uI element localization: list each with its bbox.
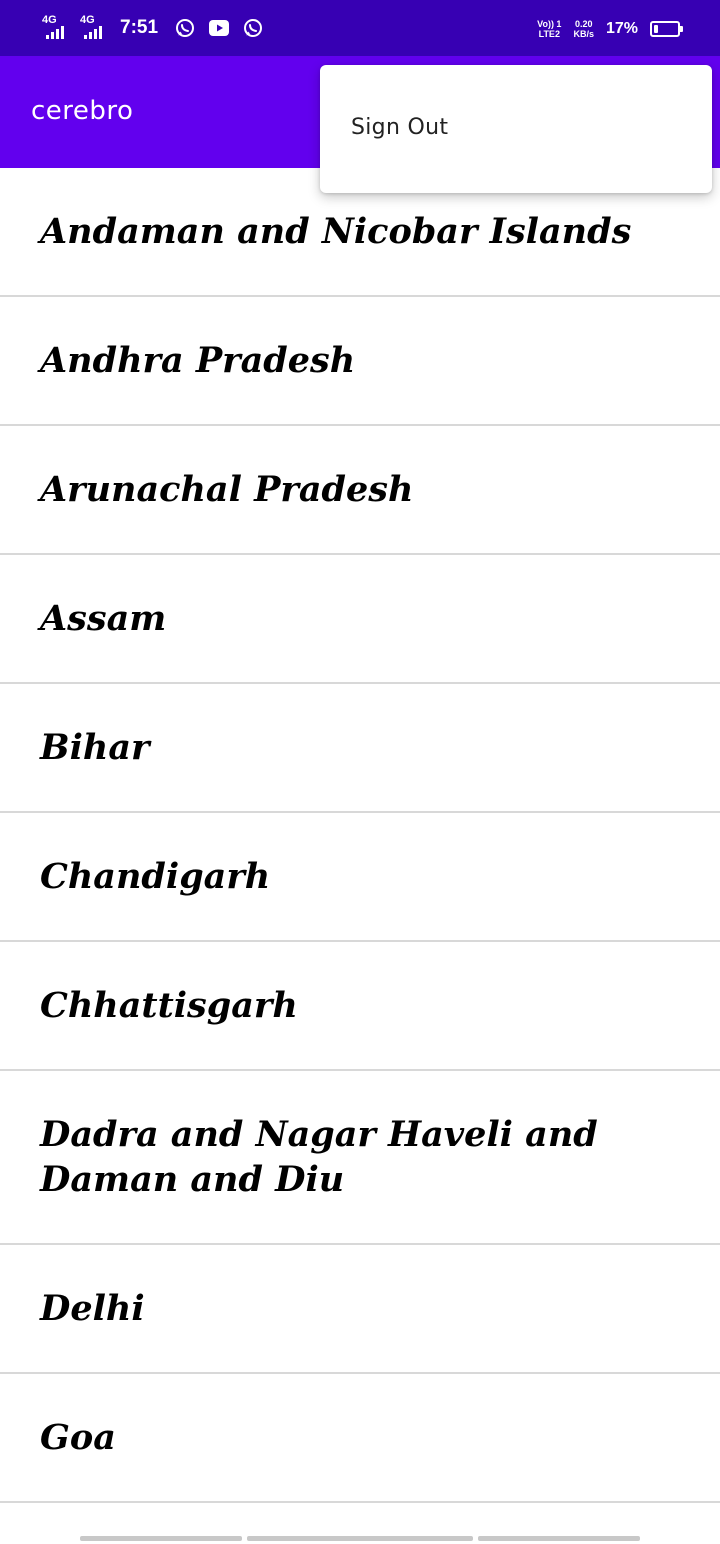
volte-bottom: LTE2	[538, 29, 560, 39]
signal-icon-sim2: 4G	[80, 15, 112, 41]
state-list-item[interactable]: Dadra and Nagar Haveli and Daman and Diu	[0, 1071, 720, 1245]
state-name: Andaman and Nicobar Islands	[40, 211, 632, 252]
whatsapp-icon	[174, 17, 196, 39]
state-name: Chhattisgarh	[40, 985, 298, 1026]
status-right: Vo)) 1 LTE2 0.20 KB/s 17%	[537, 16, 683, 42]
state-list-item[interactable]: Andhra Pradesh	[0, 297, 720, 426]
youtube-icon	[208, 17, 230, 39]
state-name: Bihar	[40, 727, 150, 768]
bottom-indicator-segment	[80, 1536, 242, 1541]
battery-fill	[654, 25, 658, 33]
network-speed: 0.20 KB/s	[573, 19, 594, 39]
network-type-2: 4G	[80, 14, 95, 26]
state-name: Goa	[40, 1417, 116, 1458]
clock: 7:51	[120, 17, 159, 38]
bottom-indicator	[80, 1536, 640, 1542]
state-list-item[interactable]: Delhi	[0, 1245, 720, 1374]
state-name: Assam	[40, 598, 167, 639]
volte-indicator: Vo)) 1 LTE2	[537, 19, 561, 39]
state-list-item[interactable]: Chhattisgarh	[0, 942, 720, 1071]
volte-top: Vo)) 1	[537, 19, 562, 29]
state-list-item[interactable]: Chandigarh	[0, 813, 720, 942]
whatsapp-icon	[242, 17, 264, 39]
overflow-menu: Sign Out	[320, 65, 712, 193]
state-name: Andhra Pradesh	[40, 340, 356, 381]
state-list-item[interactable]: Arunachal Pradesh	[0, 426, 720, 555]
bottom-indicator-segment	[247, 1536, 473, 1541]
signal-icon-sim1: 4G	[42, 15, 74, 41]
status-bar: 4G 4G 7:51 Vo)) 1 LTE2 0.20 KB/s 17%	[0, 0, 720, 56]
state-list-item[interactable]: Assam	[0, 555, 720, 684]
battery-percent: 17%	[605, 20, 638, 37]
network-type-1: 4G	[42, 14, 57, 26]
state-name: Chandigarh	[40, 856, 271, 897]
state-list-item[interactable]: Goa	[0, 1374, 720, 1503]
state-name: Dadra and Nagar Haveli and Daman and Diu	[40, 1114, 598, 1200]
state-list-item[interactable]: Bihar	[0, 684, 720, 813]
status-left: 4G 4G 7:51	[42, 14, 270, 42]
state-name: Arunachal Pradesh	[40, 469, 414, 510]
bottom-indicator-segment	[478, 1536, 640, 1541]
speed-unit: KB/s	[573, 29, 594, 39]
speed-value: 0.20	[574, 19, 593, 29]
battery-icon	[650, 21, 683, 37]
sign-out-menu-item[interactable]: Sign Out	[320, 65, 712, 193]
app-title: cerebro	[31, 96, 134, 126]
state-name: Delhi	[40, 1288, 145, 1329]
state-list: Andaman and Nicobar Islands Andhra Prades…	[0, 168, 720, 1503]
